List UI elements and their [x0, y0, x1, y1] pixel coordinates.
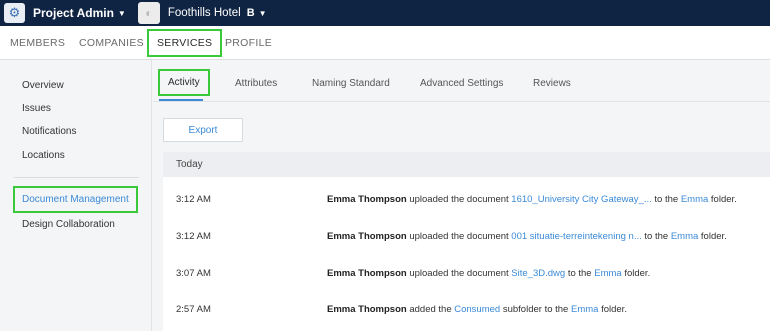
gear-icon[interactable]: ⚙: [4, 3, 25, 23]
project-badge: B: [246, 7, 255, 19]
activity-description: Emma Thompson uploaded the document Site…: [327, 268, 650, 279]
subtab-activity[interactable]: Activity: [158, 69, 210, 96]
service-subtabs: Activity Attributes Naming Standard Adva…: [153, 60, 770, 102]
folder-link[interactable]: Emma: [594, 268, 621, 279]
activity-user: Emma Thompson: [327, 304, 407, 315]
subtab-naming-standard[interactable]: Naming Standard: [312, 78, 390, 89]
activity-end: folder.: [710, 194, 737, 205]
group-label: Today: [176, 159, 203, 170]
activity-user: Emma Thompson: [327, 268, 407, 279]
document-link[interactable]: Site_3D.dwg: [511, 268, 565, 279]
activity-end: folder.: [601, 304, 627, 315]
folder-link[interactable]: Emma: [681, 194, 708, 205]
tab-profile[interactable]: PROFILE: [225, 37, 272, 49]
activity-time: 2:57 AM: [176, 304, 211, 315]
folder-link[interactable]: Emma: [571, 304, 598, 315]
activity-group-header: Today: [163, 152, 770, 177]
sidebar-item-locations[interactable]: Locations: [22, 150, 65, 161]
tab-companies[interactable]: COMPANIES: [79, 37, 144, 49]
activity-user: Emma Thompson: [327, 231, 407, 242]
tab-services[interactable]: SERVICES: [147, 29, 223, 57]
app-title-dropdown[interactable]: Project Admin ▼: [33, 6, 126, 20]
chevron-down-icon: ▼: [117, 8, 126, 18]
activity-row: 3:07 AM Emma Thompson uploaded the docum…: [163, 259, 770, 296]
project-selector[interactable]: Foothills Hotel B ▼: [168, 7, 267, 19]
activity-middle: to the: [644, 231, 669, 242]
activity-action: uploaded the document: [409, 268, 509, 279]
sidebar-divider: [14, 177, 139, 178]
activity-description: Emma Thompson uploaded the document 1610…: [327, 194, 737, 205]
activity-action: added the: [409, 304, 452, 315]
main-tabs: MEMBERS COMPANIES SERVICES PROFILE: [0, 26, 770, 60]
subtab-reviews[interactable]: Reviews: [533, 78, 571, 89]
subtab-advanced-settings[interactable]: Advanced Settings: [420, 78, 503, 89]
sidebar-item-design-collaboration[interactable]: Design Collaboration: [22, 219, 115, 230]
activity-action: uploaded the document: [409, 194, 509, 205]
active-tab-indicator: [159, 99, 203, 101]
sidebar-item-overview[interactable]: Overview: [22, 80, 64, 91]
document-link[interactable]: 001 situatie-terreintekening n...: [511, 231, 641, 242]
project-thumbnail[interactable]: ◐: [137, 2, 160, 24]
activity-action: uploaded the document: [409, 231, 509, 242]
activity-list: Today 3:12 AM Emma Thompson uploaded the…: [163, 152, 770, 331]
activity-user: Emma Thompson: [327, 194, 407, 205]
activity-time: 3:07 AM: [176, 268, 211, 279]
app-title: Project Admin: [33, 6, 114, 20]
sidebar-item-issues[interactable]: Issues: [22, 103, 51, 114]
sidebar-item-document-management[interactable]: Document Management: [13, 186, 138, 213]
activity-middle: to the: [654, 194, 679, 205]
activity-end: folder.: [624, 268, 651, 279]
sidebar: Overview Issues Notifications Locations …: [0, 60, 152, 331]
activity-description: Emma Thompson uploaded the document 001 …: [327, 231, 727, 242]
subtab-attributes[interactable]: Attributes: [235, 78, 277, 89]
sidebar-item-notifications[interactable]: Notifications: [22, 126, 76, 137]
chevron-down-icon: ▼: [258, 8, 267, 18]
activity-middle: subfolder to the: [502, 304, 569, 315]
activity-time: 3:12 AM: [176, 194, 211, 205]
document-link[interactable]: 1610_University City Gateway_...: [511, 194, 651, 205]
activity-time: 3:12 AM: [176, 231, 211, 242]
activity-row: 3:12 AM Emma Thompson uploaded the docum…: [163, 222, 770, 259]
project-name: Foothills Hotel: [167, 7, 241, 19]
activity-description: Emma Thompson added the Consumed subfold…: [327, 304, 627, 315]
activity-row: 3:12 AM Emma Thompson uploaded the docum…: [163, 185, 770, 222]
subfolder-link[interactable]: Consumed: [454, 304, 500, 315]
activity-end: folder.: [700, 231, 727, 242]
tab-members[interactable]: MEMBERS: [10, 37, 65, 49]
folder-link[interactable]: Emma: [671, 231, 698, 242]
activity-row: 2:57 AM Emma Thompson added the Consumed…: [163, 295, 770, 331]
top-bar: ⚙ Project Admin ▼ ◐ Foothills Hotel B ▼: [0, 0, 770, 26]
activity-middle: to the: [567, 268, 592, 279]
export-button[interactable]: Export: [163, 118, 243, 142]
